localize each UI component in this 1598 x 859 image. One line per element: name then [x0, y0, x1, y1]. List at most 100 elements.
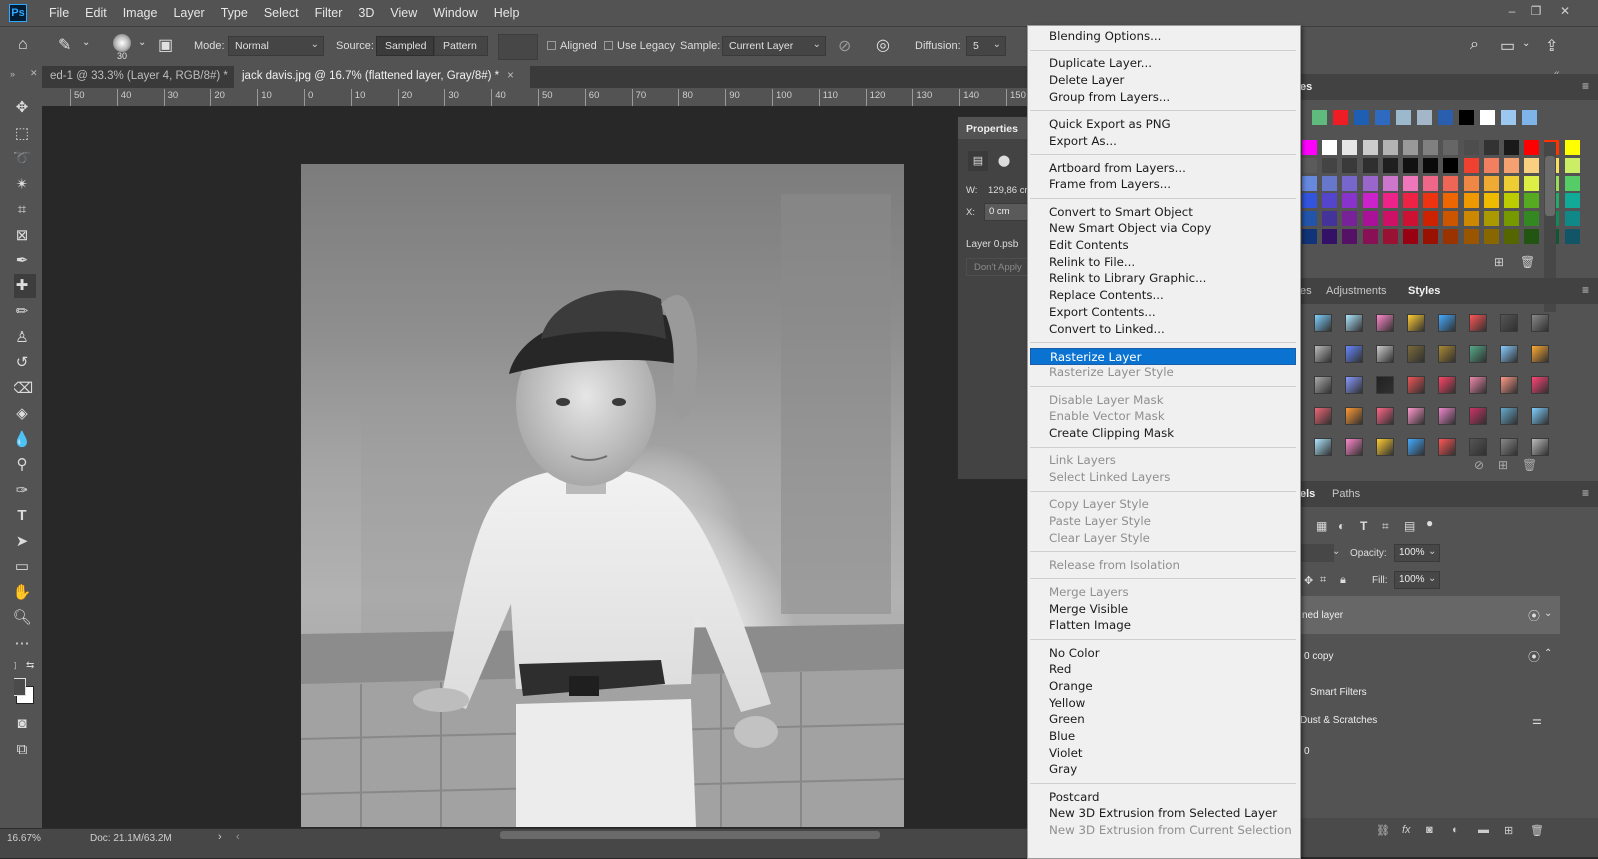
new-swatch-icon[interactable]: ⊞ [1494, 255, 1504, 269]
menu-item-new-3d-extrusion-from-selected-layer[interactable]: New 3D Extrusion from Selected Layer [1030, 805, 1296, 822]
color-swatch[interactable] [1362, 175, 1378, 191]
color-swatch[interactable] [1322, 140, 1338, 155]
magic-wand-tool-icon[interactable]: ✴ [12, 175, 32, 195]
crop-tool-icon[interactable]: ⌗ [12, 200, 32, 220]
brush-preview-icon[interactable] [113, 34, 131, 52]
status-menu-icon[interactable]: › [218, 831, 222, 843]
new-layer-icon[interactable]: ⊞ [1504, 824, 1513, 837]
color-swatch[interactable] [1483, 193, 1499, 209]
style-preset[interactable] [1469, 345, 1487, 363]
source-sampled-button[interactable]: Sampled [376, 36, 434, 56]
close-tab-icon[interactable]: × [507, 70, 514, 82]
color-swatch[interactable] [1524, 175, 1540, 191]
panel-menu-icon[interactable]: ≡ [1582, 79, 1589, 93]
delete-style-icon[interactable]: 🗑︎ [1522, 458, 1537, 472]
delete-layer-icon[interactable]: 🗑︎ [1530, 824, 1544, 837]
color-swatch[interactable] [1302, 211, 1317, 227]
color-swatch[interactable] [1342, 157, 1358, 173]
menu-item-delete-layer[interactable]: Delete Layer [1030, 72, 1296, 89]
menu-item-convert-to-smart-object[interactable]: Convert to Smart Object [1030, 204, 1296, 221]
menu-item-merge-visible[interactable]: Merge Visible [1030, 601, 1296, 618]
menu-item-artboard-from-layers[interactable]: Artboard from Layers... [1030, 160, 1296, 177]
close-window-icon[interactable]: ✕ [1556, 4, 1574, 20]
chevron-down-icon[interactable]: ⌄ [138, 37, 146, 48]
color-swatch[interactable] [1564, 211, 1580, 227]
menu-select[interactable]: Select [256, 6, 307, 20]
pressure-size-icon[interactable]: ◎ [876, 35, 890, 55]
restore-icon[interactable]: ❐ [1527, 4, 1545, 20]
color-swatch[interactable] [1375, 110, 1390, 125]
color-swatch[interactable] [1322, 175, 1338, 191]
style-preset[interactable] [1531, 314, 1549, 332]
menu-item-convert-to-linked[interactable]: Convert to Linked... [1030, 321, 1296, 338]
layer-row-copy[interactable] [1298, 636, 1560, 674]
color-swatch[interactable] [1354, 110, 1369, 125]
link-layers-icon[interactable]: ⛓ [1376, 824, 1390, 837]
color-swatch[interactable] [1483, 140, 1499, 155]
color-swatch[interactable] [1564, 229, 1580, 244]
tab-document-1[interactable]: ed-1 @ 33.3% (Layer 4, RGB/8#) *× [42, 66, 243, 88]
lock-position-icon[interactable]: ✥ [1304, 574, 1313, 587]
menu-item-red[interactable]: Red [1030, 661, 1296, 678]
style-preset[interactable] [1376, 314, 1394, 332]
color-swatch[interactable] [1480, 110, 1495, 125]
color-swatch[interactable] [1522, 110, 1537, 125]
style-preset[interactable] [1345, 376, 1363, 394]
color-swatch[interactable] [1423, 193, 1439, 209]
color-swatch[interactable] [1382, 175, 1398, 191]
screen-mode-icon[interactable]: ⧉ [12, 740, 32, 760]
style-preset[interactable] [1500, 314, 1518, 332]
color-swatch[interactable] [1322, 193, 1338, 209]
color-swatch[interactable] [1443, 211, 1459, 227]
tab-styles[interactable]: Styles [1408, 285, 1440, 297]
dodge-tool-icon[interactable]: ⚲ [12, 455, 32, 475]
marquee-tool-icon[interactable]: ⬚ [12, 124, 32, 144]
menu-item-relink-to-library-graphic[interactable]: Relink to Library Graphic... [1030, 270, 1296, 287]
color-swatch[interactable] [1504, 193, 1519, 209]
swap-colors-icon[interactable]: ⇆ [26, 660, 34, 671]
color-swatch[interactable] [1483, 175, 1499, 191]
width-value[interactable]: 129,86 cr [988, 185, 1028, 196]
style-preset[interactable] [1407, 407, 1425, 425]
color-swatch[interactable] [1382, 157, 1398, 173]
color-swatch[interactable] [1322, 229, 1338, 244]
color-swatch[interactable] [1504, 175, 1519, 191]
swatches-scroll-thumb[interactable] [1545, 156, 1555, 216]
color-swatch[interactable] [1443, 193, 1459, 209]
menu-item-group-from-layers[interactable]: Group from Layers... [1030, 89, 1296, 106]
color-swatch[interactable] [1302, 229, 1317, 244]
path-selection-tool-icon[interactable]: ➤ [12, 532, 32, 552]
color-swatch[interactable] [1342, 175, 1358, 191]
style-preset[interactable] [1500, 376, 1518, 394]
style-preset[interactable] [1531, 438, 1549, 456]
eraser-tool-icon[interactable]: ⌫ [12, 379, 33, 399]
style-preset[interactable] [1345, 345, 1363, 363]
more-tools-icon[interactable]: ⋯ [12, 634, 32, 654]
search-icon[interactable]: ⌕ [1470, 36, 1479, 54]
properties-title[interactable]: Properties [966, 123, 1018, 135]
menu-item-no-color[interactable]: No Color [1030, 645, 1296, 662]
color-swatch[interactable] [1443, 140, 1459, 155]
style-preset[interactable] [1407, 314, 1425, 332]
pattern-picker[interactable] [498, 34, 538, 60]
eyedropper-tool-icon[interactable]: ✒ [12, 251, 32, 271]
zoom-level[interactable]: 16.67% [7, 833, 41, 844]
brush-tool-icon[interactable]: ✏ [12, 302, 32, 322]
menu-item-export-as[interactable]: Export As... [1030, 133, 1296, 150]
tab-layers[interactable]: els [1300, 488, 1315, 500]
style-preset[interactable] [1500, 438, 1518, 456]
menu-item-frame-from-layers[interactable]: Frame from Layers... [1030, 176, 1296, 193]
menu-item-gray[interactable]: Gray [1030, 761, 1296, 778]
hand-tool-icon[interactable]: ✋ [12, 583, 32, 603]
color-swatch[interactable] [1483, 157, 1499, 173]
color-swatch[interactable] [1423, 229, 1439, 244]
panel-menu-icon[interactable]: ≡ [1582, 283, 1589, 297]
color-swatch[interactable] [1423, 157, 1439, 173]
style-preset[interactable] [1314, 438, 1332, 456]
scroll-left-icon[interactable]: ‹ [236, 831, 240, 843]
color-swatch[interactable] [1302, 175, 1317, 191]
blend-mode-select[interactable] [1298, 544, 1334, 562]
style-preset[interactable] [1314, 314, 1332, 332]
tab-swatches[interactable]: es [1300, 81, 1312, 93]
style-preset[interactable] [1438, 345, 1456, 363]
